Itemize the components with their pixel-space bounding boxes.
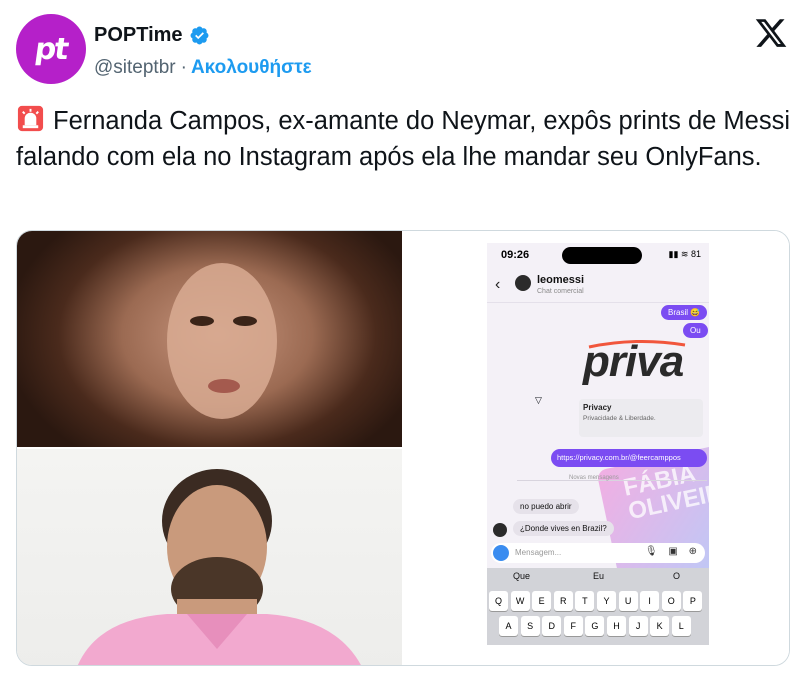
chat-header: ‹ leomessi Chat comercial [487,267,709,303]
portrait-face-shape [167,263,277,419]
key-f: F [563,616,583,636]
photo-woman-portrait[interactable] [17,231,402,447]
key-w: W [510,591,530,611]
avatar-logo-text: pt [32,31,70,67]
verified-badge-icon [190,26,209,45]
key-p: P [683,591,703,611]
tweet-body: Fernanda Campos, ex-amante do Neymar, ex… [16,107,791,171]
preview-arrow-icon: ▽ [535,395,542,405]
message-composer: Mensagem... 🎙 ▣ ⊕ [491,543,705,563]
photo-chat-screenshot[interactable]: 09:26 ▮▮ ≋ 81 ‹ leomessi Chat comercial … [404,231,789,665]
key-d: D [542,616,562,636]
on-screen-keyboard: Que Eu O QWERTYUIOPASDFGHJKL [487,568,709,645]
separator: · [180,57,187,78]
follow-button[interactable]: Ακολουθήστε [191,57,312,79]
card-subtitle: Privacidade & Liberdade. [583,415,656,422]
chat-contact-name: leomessi [537,274,585,286]
message-bubble-in: ¿Donde vives en Brazil? [513,521,614,536]
card-title: Privacy [583,403,612,412]
keyboard-suggestion: Eu [593,571,605,581]
key-a: A [499,616,518,636]
key-q: Q [489,591,508,611]
message-bubble-out: Ou [683,323,708,338]
key-j: J [628,616,648,636]
key-o: O [661,591,681,611]
handle-row: @siteptbr · Ακολουθήστε [94,57,312,79]
account-avatar[interactable]: pt [16,14,86,84]
key-y: Y [597,591,616,611]
key-t: T [575,591,595,611]
link-message-bubble: https://privacy.com.br/@feercamppos [551,449,707,467]
keyboard-suggestion: Que [513,571,531,581]
photo-messi-portrait[interactable] [17,449,402,665]
media-grid: 09:26 ▮▮ ≋ 81 ‹ leomessi Chat comercial … [16,230,790,666]
key-u: U [618,591,638,611]
key-i: I [640,591,660,611]
handle[interactable]: @siteptbr [94,57,176,79]
link-preview-card: Privacy Privacidade & Liberdade. [579,399,703,437]
message-bubble-in: no puedo abrir [513,499,579,514]
composer-icons: 🎙 ▣ ⊕ [644,546,701,557]
chat-avatar [515,275,531,291]
display-name[interactable]: POPTime [94,24,183,47]
x-logo-icon[interactable] [754,16,788,50]
camera-icon [493,545,509,561]
key-s: S [520,616,540,636]
key-h: H [607,616,626,636]
key-l: L [671,616,691,636]
priva-swoosh-icon [588,339,686,349]
key-r: R [553,591,573,611]
new-messages-label: Novas mensagens [569,475,619,481]
key-e: E [532,591,552,611]
status-time: 09:26 [501,249,530,261]
name-row: POPTime [94,24,210,47]
back-arrow-icon: ‹ [495,276,501,293]
message-avatar [493,523,507,537]
key-k: K [650,616,670,636]
composer-placeholder: Mensagem... [515,548,562,557]
portrait-man-shape [77,469,361,665]
phone-screenshot: 09:26 ▮▮ ≋ 81 ‹ leomessi Chat comercial … [487,243,709,645]
tweet-text: Fernanda Campos, ex-amante do Neymar, ex… [16,103,794,175]
message-bubble-out: Brasil 😅 [661,305,708,320]
dynamic-island [562,247,642,264]
keyboard-suggestion: O [673,571,681,581]
status-icons: ▮▮ ≋ 81 [668,249,701,259]
key-g: G [585,616,605,636]
chat-contact-subtitle: Chat comercial [537,288,584,295]
tweet-header: pt POPTime @siteptbr · Ακολουθήστε [16,14,790,86]
police-siren-icon [17,105,44,132]
